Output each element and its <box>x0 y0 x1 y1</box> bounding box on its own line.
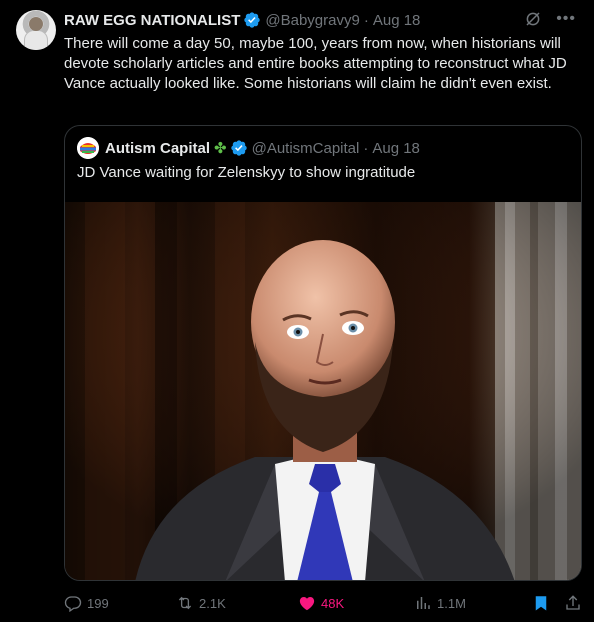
share-button[interactable] <box>564 592 582 614</box>
verified-badge-icon <box>230 140 247 156</box>
more-icon[interactable]: ••• <box>556 10 576 28</box>
reply-icon <box>64 596 82 612</box>
tweet-date[interactable]: Aug 18 <box>373 12 421 29</box>
separator: · <box>363 11 369 29</box>
like-count: 48K <box>321 595 345 611</box>
like-button[interactable]: 48K <box>298 592 344 614</box>
repost-button[interactable]: 2.1K <box>176 592 226 614</box>
quoted-author-avatar[interactable] <box>77 137 99 159</box>
tweet-text: There will come a day 50, maybe 100, yea… <box>64 35 567 92</box>
views-icon <box>417 597 430 609</box>
repost-count: 2.1K <box>199 595 226 611</box>
tweet[interactable]: RAW EGG NATIONALIST @Babygravy9 · Aug 18… <box>0 0 594 622</box>
top-actions: ••• <box>524 10 576 28</box>
bookmark-icon <box>535 596 547 611</box>
author-avatar[interactable] <box>16 10 56 50</box>
reply-count: 199 <box>87 595 109 611</box>
verified-badge-icon <box>244 12 261 28</box>
quoted-text: JD Vance waiting for Zelenskyy to show i… <box>77 164 416 181</box>
quoted-header: Autism Capital ✤ @AutismCapital · Aug 18 <box>77 137 420 159</box>
tweet-header: RAW EGG NATIONALIST @Babygravy9 · Aug 18 <box>64 10 420 30</box>
separator: · <box>363 139 369 157</box>
action-bar: 199 2.1K 48K 1.1M <box>64 592 584 614</box>
views-button[interactable]: 1.1M <box>414 592 466 614</box>
share-icon <box>566 595 580 610</box>
repost-icon <box>178 596 192 610</box>
bookmark-button[interactable] <box>532 592 550 614</box>
quoted-tweet[interactable]: Autism Capital ✤ @AutismCapital · Aug 18… <box>64 125 582 581</box>
quoted-author-handle[interactable]: @AutismCapital <box>252 140 360 157</box>
author-name[interactable]: RAW EGG NATIONALIST <box>64 12 240 29</box>
quoted-photo[interactable] <box>65 202 581 580</box>
views-count: 1.1M <box>437 595 466 611</box>
grok-icon[interactable] <box>524 10 542 28</box>
clover-emoji: ✤ <box>214 140 227 157</box>
author-handle[interactable]: @Babygravy9 <box>265 12 359 29</box>
quoted-author-name[interactable]: Autism Capital <box>105 140 210 157</box>
quoted-date[interactable]: Aug 18 <box>372 140 420 157</box>
reply-button[interactable]: 199 <box>64 592 109 614</box>
heart-icon <box>299 597 315 611</box>
